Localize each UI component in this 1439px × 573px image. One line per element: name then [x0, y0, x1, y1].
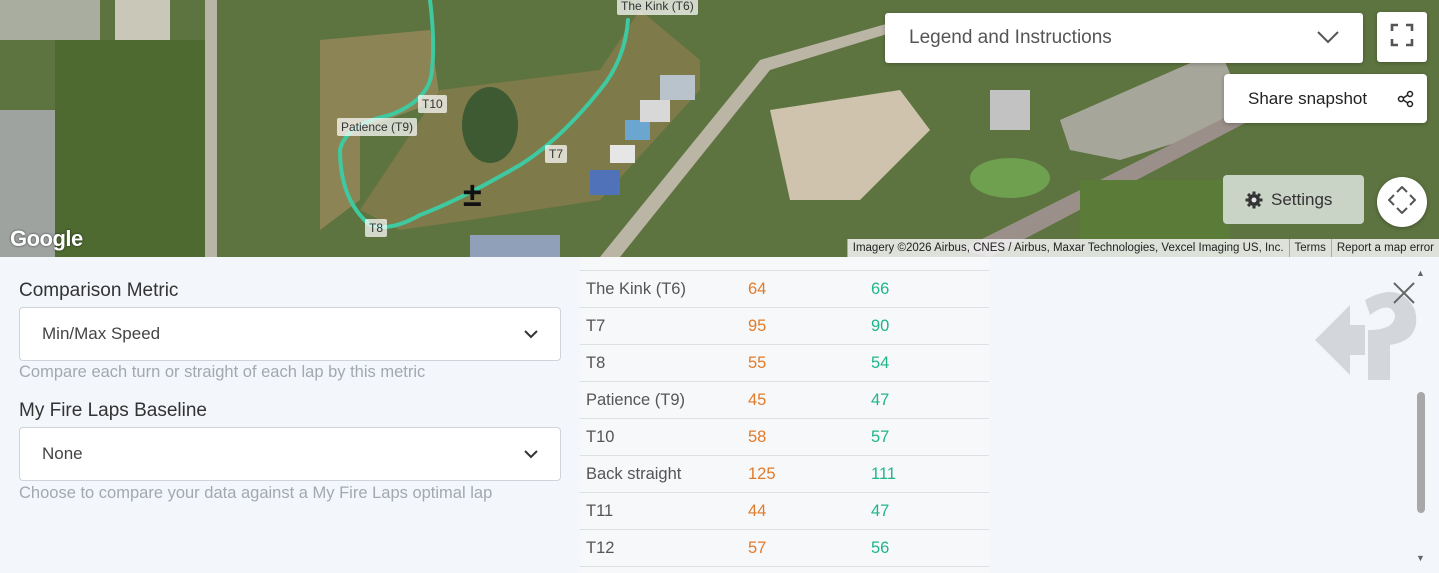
lap2-value: 47: [871, 501, 890, 520]
lap2-value: 111: [871, 464, 897, 483]
lap2-value: 66: [871, 279, 890, 298]
table-row: T8 55 54: [580, 345, 989, 382]
scrollbar-thumb[interactable]: [1417, 392, 1425, 513]
baseline-value: None: [42, 444, 83, 463]
baseline-select[interactable]: None: [19, 427, 561, 481]
segment-name: T7: [586, 316, 606, 335]
baseline-hint: Choose to compare your data against a My…: [19, 484, 493, 502]
table-row: T11 44 47: [580, 493, 989, 530]
turn-label-t9: Patience (T9): [337, 118, 418, 136]
lap2-value: 57: [871, 427, 890, 446]
move-arrows-icon: [1387, 185, 1417, 219]
fullscreen-icon: [1390, 23, 1414, 52]
scroll-down-icon[interactable]: ▼: [1416, 553, 1425, 563]
lap1-value: 45: [748, 390, 767, 409]
map-attribution: Imagery ©2026 Airbus, CNES / Airbus, Max…: [846, 239, 1439, 257]
metric-select[interactable]: Min/Max Speed: [19, 307, 561, 361]
report-error-link[interactable]: Report a map error: [1330, 239, 1439, 257]
metric-label: Comparison Metric: [19, 280, 179, 301]
table-row: Patience (T9) 45 47: [580, 382, 989, 419]
chevron-down-icon: [1317, 27, 1339, 49]
turn-label-t8: T8: [365, 219, 388, 237]
segment-name: T10: [586, 427, 615, 446]
lap1-value: 95: [748, 316, 767, 335]
segment-name: Back straight: [586, 464, 682, 483]
lap2-value: 56: [871, 538, 890, 557]
google-logo: Google: [10, 226, 83, 251]
table-row: Back straight 125 111: [580, 456, 989, 493]
table-row: T10 58 57: [580, 419, 989, 456]
segment-table: The Kink (T6) 64 66 T7 95 90 T8 55 54 Pa…: [580, 257, 989, 573]
comparison-panel: Comparison Metric Min/Max Speed Compare …: [0, 257, 1439, 573]
metric-hint: Compare each turn or straight of each la…: [19, 363, 426, 381]
imagery-credit: Imagery ©2026 Airbus, CNES / Airbus, Max…: [846, 239, 1289, 257]
turn-label-t10: T10: [418, 95, 447, 113]
lap1-value: 125: [748, 464, 776, 483]
table-row: T7 95 90: [580, 308, 989, 345]
lap1-value: 57: [748, 538, 767, 557]
satellite-map[interactable]: The Kink (T6) T10 Patience (T9) T7 T8 ± …: [0, 0, 1439, 257]
scroll-up-icon[interactable]: ▲: [1416, 268, 1425, 278]
baseline-label: My Fire Laps Baseline: [19, 400, 207, 421]
chevron-down-icon: [524, 329, 538, 339]
recenter-button[interactable]: [1377, 177, 1427, 227]
lap1-value: 55: [748, 353, 767, 372]
turn-label-t7: T7: [545, 145, 568, 163]
terms-link[interactable]: Terms: [1288, 239, 1331, 257]
segment-name: T8: [586, 353, 606, 372]
share-snapshot-label: Share snapshot: [1248, 88, 1368, 108]
segment-name: The Kink (T6): [586, 279, 686, 298]
lap1-value: 44: [748, 501, 767, 520]
share-icon: [1397, 90, 1415, 108]
zoom-marker-icon: ±: [463, 176, 482, 214]
table-row: T12 57 56: [580, 530, 989, 567]
segment-name: Patience (T9): [586, 390, 686, 409]
settings-button[interactable]: Settings: [1223, 175, 1364, 224]
gear-icon: [1245, 191, 1263, 209]
segment-name: T12: [586, 538, 615, 557]
lap2-value: 90: [871, 316, 890, 335]
lap2-value: 54: [871, 353, 890, 372]
turn-label-t6: The Kink (T6): [617, 0, 698, 15]
table-row: [580, 257, 989, 271]
lap1-value: 64: [748, 279, 767, 298]
metric-value: Min/Max Speed: [42, 324, 161, 343]
segment-name: T11: [586, 501, 614, 520]
lap1-value: 58: [748, 427, 767, 446]
settings-label: Settings: [1271, 189, 1333, 209]
chevron-down-icon: [524, 449, 538, 459]
legend-dropdown[interactable]: Legend and Instructions: [885, 13, 1363, 63]
share-snapshot-button[interactable]: Share snapshot: [1224, 74, 1427, 123]
legend-label: Legend and Instructions: [909, 27, 1112, 48]
fullscreen-button[interactable]: [1377, 12, 1427, 62]
lap2-value: 47: [871, 390, 890, 409]
table-row: The Kink (T6) 64 66: [580, 271, 989, 308]
